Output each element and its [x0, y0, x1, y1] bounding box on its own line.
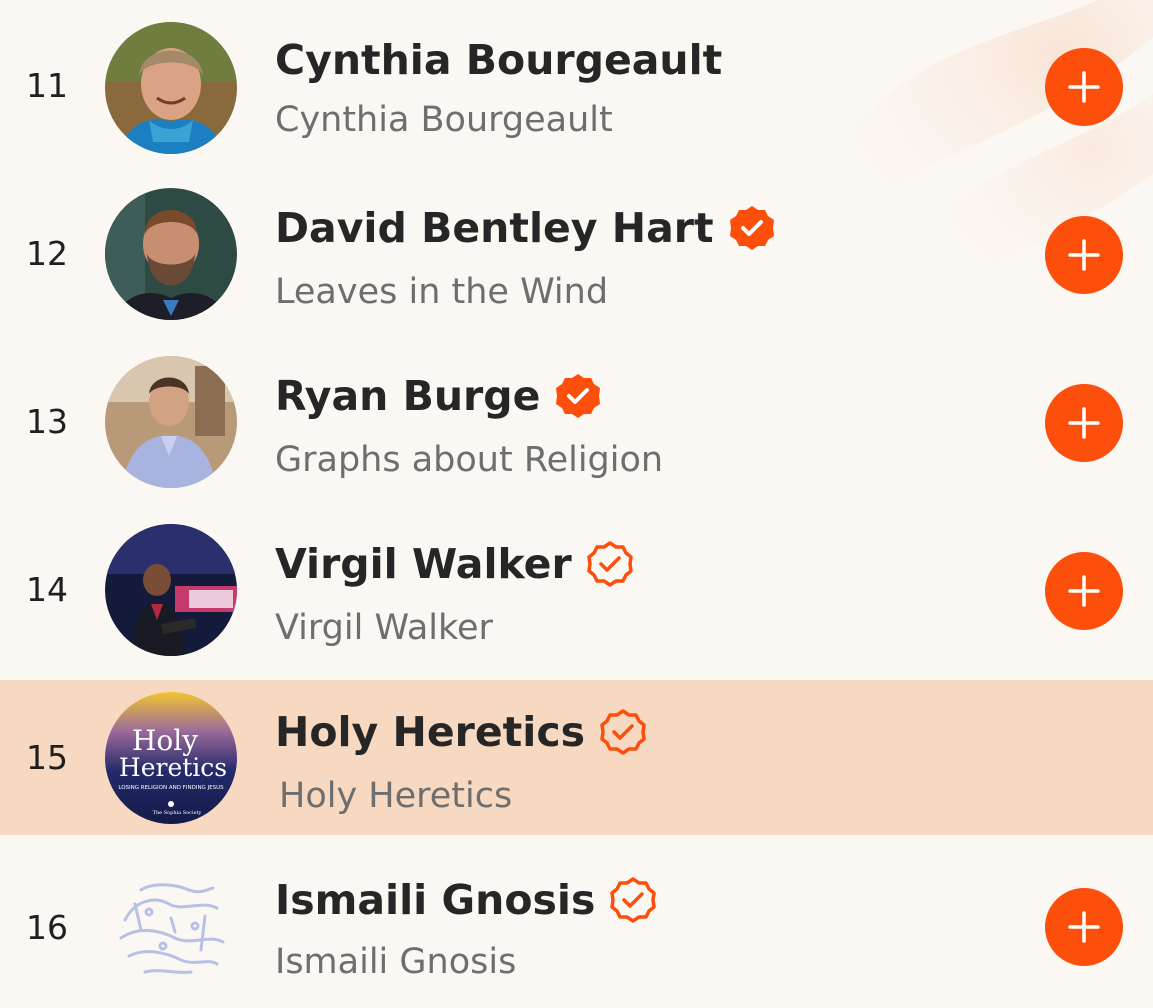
title-line: Ryan Burge: [275, 372, 602, 420]
title-line: Ismaili Gnosis: [275, 876, 657, 924]
avatar[interactable]: [105, 356, 237, 488]
add-button[interactable]: [1045, 48, 1123, 126]
cover-tagline: LOSING RELIGION AND FINDING JESUS: [118, 785, 224, 791]
plus-icon: [1068, 911, 1100, 943]
plus-icon: [1068, 407, 1100, 439]
creator-name: Holy Heretics: [275, 708, 586, 756]
publication-name: Graphs about Religion: [275, 440, 664, 480]
list-item[interactable]: 11 Cynthia Bourgeault Cynthia Bourgeault: [0, 2, 1153, 170]
publication-name: Cynthia Bourgeault: [275, 100, 613, 140]
publication-name: Leaves in the Wind: [275, 272, 609, 312]
add-button[interactable]: [1045, 384, 1123, 462]
title-line: Cynthia Bourgeault: [275, 36, 722, 84]
list-item[interactable]: 13 Ryan Burge Graphs about Religion: [0, 338, 1153, 506]
creator-name: David Bentley Hart: [275, 204, 714, 252]
cover-publisher: The Sophia Society: [153, 810, 202, 816]
verified-badge-icon: [556, 374, 601, 418]
list-item[interactable]: 16 Ismaili Gnosis Ismaili Gnosis: [0, 840, 1153, 1008]
avatar[interactable]: [105, 22, 237, 154]
rank-number: 15: [26, 738, 68, 777]
title-line: David Bentley Hart: [275, 204, 776, 252]
creator-name: Cynthia Bourgeault: [275, 36, 723, 84]
plus-icon: [1068, 239, 1100, 271]
avatar[interactable]: [105, 188, 237, 320]
add-button[interactable]: [1045, 216, 1123, 294]
rank-number: 14: [26, 570, 68, 609]
title-line: Holy Heretics: [275, 708, 647, 756]
rank-number: 13: [26, 402, 68, 441]
rank-number: 16: [26, 908, 68, 947]
title-line: Virgil Walker: [275, 540, 634, 588]
verified-badge-icon: [586, 541, 633, 587]
rank-number: 11: [26, 66, 68, 105]
verified-badge-icon: [600, 709, 646, 755]
verified-badge-icon: [610, 877, 657, 923]
publication-name: Virgil Walker: [275, 608, 493, 648]
rank-number: 12: [26, 234, 68, 273]
publication-name: Holy Heretics: [279, 776, 513, 816]
avatar[interactable]: [105, 860, 237, 992]
list-item[interactable]: 14 Virgil Walker Virgil Walker: [0, 506, 1153, 674]
creator-name: Ryan Burge: [275, 372, 541, 420]
list-item[interactable]: 12 David Bentley Hart Leaves in the Wind: [0, 170, 1153, 338]
plus-icon: [1068, 71, 1100, 103]
creator-name: Virgil Walker: [275, 540, 572, 588]
cover-title-line2: Heretics: [119, 753, 227, 782]
add-button[interactable]: [1045, 888, 1123, 966]
avatar[interactable]: [105, 524, 237, 656]
verified-badge-icon: [729, 206, 774, 250]
avatar[interactable]: Holy Heretics LOSING RELIGION AND FINDIN…: [105, 692, 237, 824]
publication-name: Ismaili Gnosis: [275, 942, 517, 982]
add-button[interactable]: [1045, 552, 1123, 630]
plus-icon: [1068, 575, 1100, 607]
list-item-selected[interactable]: 15 Holy Heretics LOSING RELIGION AND FIN…: [0, 680, 1153, 835]
creator-name: Ismaili Gnosis: [275, 876, 596, 924]
